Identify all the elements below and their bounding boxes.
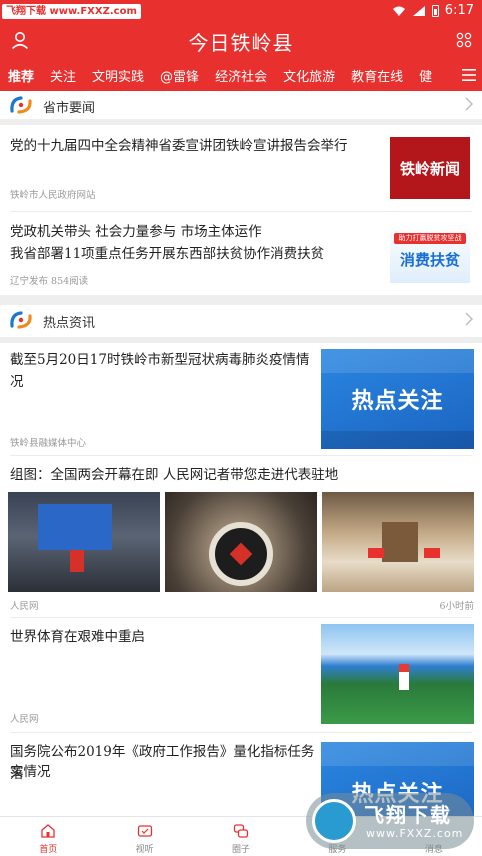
section-title: 省市要闻 (43, 101, 96, 116)
tab-label: 视听 (135, 845, 154, 855)
nav-more-button[interactable] (456, 60, 482, 90)
news-title-line-1: 党政机关带头 社会力量参与 市场主体运作 (10, 224, 262, 240)
grid-menu-icon[interactable] (456, 32, 472, 48)
news-time: 6小时前 (439, 601, 474, 612)
watermark-overlay: 飞翔下载 www.FXXZ.com (306, 793, 474, 849)
nav-tab-follow[interactable]: 关注 (50, 66, 76, 85)
photo-player (399, 664, 409, 690)
divider (0, 337, 482, 343)
thumb-stripe (321, 349, 474, 373)
news-thumbnail: 铁岭新闻 (390, 137, 470, 199)
divider (0, 119, 482, 125)
photo-door (382, 522, 418, 562)
thumb-base (321, 431, 474, 449)
divider (10, 617, 472, 618)
signal-icon (412, 5, 425, 16)
clock: 6:17 (444, 3, 474, 18)
nav-tab-leifeng[interactable]: @雷锋 (160, 66, 199, 85)
top-bar: 今日铁岭县 (0, 22, 482, 60)
watermark-badge: 飞翔下载 www.FXXZ.com (2, 4, 141, 19)
news-feed[interactable]: 省市要闻 党的十九届四中全会精神省委宣讲团铁岭宣讲报告会举行 铁岭市人民政府网站… (0, 91, 482, 816)
news-source: 人民网 (10, 601, 39, 612)
divider (0, 295, 482, 305)
watermark-logo-icon (312, 799, 356, 843)
gallery-photo-3 (322, 492, 474, 592)
tv-icon (137, 825, 152, 837)
tab-home[interactable]: 首页 (0, 817, 96, 856)
watermark-text: 飞翔下载 (364, 803, 452, 827)
nav-tab-culture[interactable]: 文化旅游 (283, 66, 335, 85)
home-icon (41, 824, 55, 838)
chat-bubbles-icon (233, 824, 249, 838)
nav-tab-recommend[interactable]: 推荐 (8, 66, 34, 85)
photo-board (368, 548, 384, 558)
hamburger-icon (462, 69, 476, 81)
divider (10, 732, 472, 733)
news-title: 组图：全国两会开幕在即 人民网记者带您走进代表驻地 (10, 467, 339, 483)
tab-media[interactable]: 视听 (96, 817, 192, 856)
thumb-headline: 消费扶贫 (399, 251, 460, 269)
news-source: 人民网 (10, 714, 39, 725)
thumb-headline: 热点关注 (351, 389, 444, 414)
news-thumbnail: 热点关注 (321, 349, 474, 449)
news-title: 截至5月20日17时铁岭市新型冠状病毒肺炎疫情情况 (10, 352, 310, 390)
section-logo-icon (10, 311, 32, 329)
status-icons: 6:17 (392, 3, 474, 18)
battery-icon (431, 4, 439, 17)
news-thumbnail: 助力打赢脱贫攻坚战 消费扶贫 (390, 221, 470, 283)
news-title: 党的十九届四中全会精神省委宣讲团铁岭宣讲报告会举行 (10, 138, 348, 154)
status-bar: 飞翔下载 www.FXXZ.com 6:17 (0, 0, 482, 22)
nav-tab-economy[interactable]: 经济社会 (215, 66, 267, 85)
news-source: 铁岭市人民政府网站 (10, 190, 96, 201)
nav-tab-civilization[interactable]: 文明实践 (92, 66, 144, 85)
nav-tab-health[interactable]: 健 (419, 66, 432, 85)
thumb-stripe (321, 742, 474, 766)
news-source: 辽宁发布 854阅读 (10, 276, 89, 287)
news-title-line-2: 实情况 (10, 764, 51, 780)
divider (10, 455, 472, 456)
news-title-line-2: 我省部署11项重点任务开展东西部扶贫协作消费扶贫 (10, 246, 325, 262)
wifi-icon (392, 6, 405, 16)
tab-label: 首页 (39, 845, 58, 855)
tab-label: 圈子 (232, 845, 251, 855)
photo-podium (70, 550, 84, 572)
app-title: 今日铁岭县 (188, 31, 294, 55)
nav-tab-education[interactable]: 教育在线 (351, 66, 403, 85)
watermark-url: www.FXXZ.com (366, 827, 464, 840)
gallery-photo-2 (165, 492, 317, 592)
app-header: 飞翔下载 www.FXXZ.com 6:17 今日铁岭县 推荐 关注 文明实践 … (0, 0, 482, 91)
section-logo-icon (10, 96, 32, 114)
news-source: 铁岭县融媒体中心 (10, 438, 87, 449)
section-header-province[interactable]: 省市要闻 (0, 91, 482, 121)
divider (10, 211, 472, 212)
gallery-photo-1 (8, 492, 160, 592)
section-title: 热点资讯 (43, 316, 96, 331)
news-thumbnail (321, 624, 474, 724)
news-title: 世界体育在艰难中重启 (10, 629, 145, 645)
photo-screen (38, 504, 112, 550)
chevron-right-icon (465, 97, 473, 111)
tab-circle[interactable]: 圈子 (193, 817, 289, 856)
section-header-hot[interactable]: 热点资讯 (0, 306, 482, 336)
chevron-right-icon (465, 312, 473, 326)
thumb-caption: 助力打赢脱贫攻坚战 (394, 233, 466, 244)
photo-board (424, 548, 440, 558)
channel-nav: 推荐 关注 文明实践 @雷锋 经济社会 文化旅游 教育在线 健 (0, 60, 482, 90)
